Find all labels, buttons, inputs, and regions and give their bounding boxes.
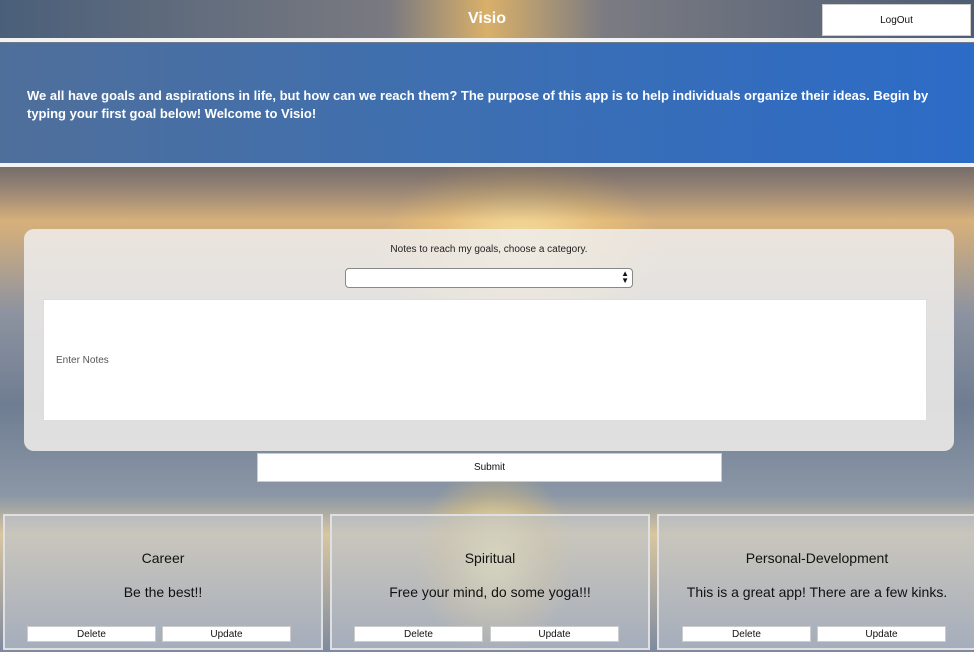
card-note: This is a great app! There are a few kin…	[686, 584, 948, 600]
delete-button[interactable]: Delete	[354, 626, 483, 642]
submit-button[interactable]: Submit	[257, 453, 722, 482]
intro-divider	[0, 163, 974, 167]
top-bar: Visio LogOut	[0, 0, 974, 38]
goal-card-career: Career Be the best!! Delete Update	[3, 514, 323, 650]
header-divider	[0, 38, 974, 42]
card-category: Spiritual	[464, 550, 516, 566]
select-arrows-icon: ▲ ▼	[621, 269, 629, 285]
card-note: Be the best!!	[123, 584, 203, 600]
update-button[interactable]: Update	[817, 626, 946, 642]
category-select[interactable]: ▲ ▼	[345, 268, 633, 288]
card-category: Personal-Development	[745, 550, 889, 566]
notes-form: Notes to reach my goals, choose a catego…	[24, 229, 954, 451]
form-label: Notes to reach my goals, choose a catego…	[390, 244, 588, 255]
goal-card-personal-development: Personal-Development This is a great app…	[657, 514, 974, 650]
notes-placeholder: Enter Notes	[56, 355, 109, 366]
delete-button[interactable]: Delete	[27, 626, 156, 642]
background-clouds	[0, 160, 974, 220]
goal-card-spiritual: Spiritual Free your mind, do some yoga!!…	[330, 514, 650, 650]
logout-button[interactable]: LogOut	[822, 4, 971, 36]
update-button[interactable]: Update	[162, 626, 291, 642]
intro-text: We all have goals and aspirations in lif…	[27, 88, 929, 121]
update-button[interactable]: Update	[490, 626, 619, 642]
card-category: Career	[141, 550, 185, 566]
notes-textarea[interactable]: Enter Notes	[43, 299, 927, 421]
delete-button[interactable]: Delete	[682, 626, 811, 642]
card-note: Free your mind, do some yoga!!!	[389, 584, 591, 600]
intro-banner: We all have goals and aspirations in lif…	[0, 43, 974, 163]
